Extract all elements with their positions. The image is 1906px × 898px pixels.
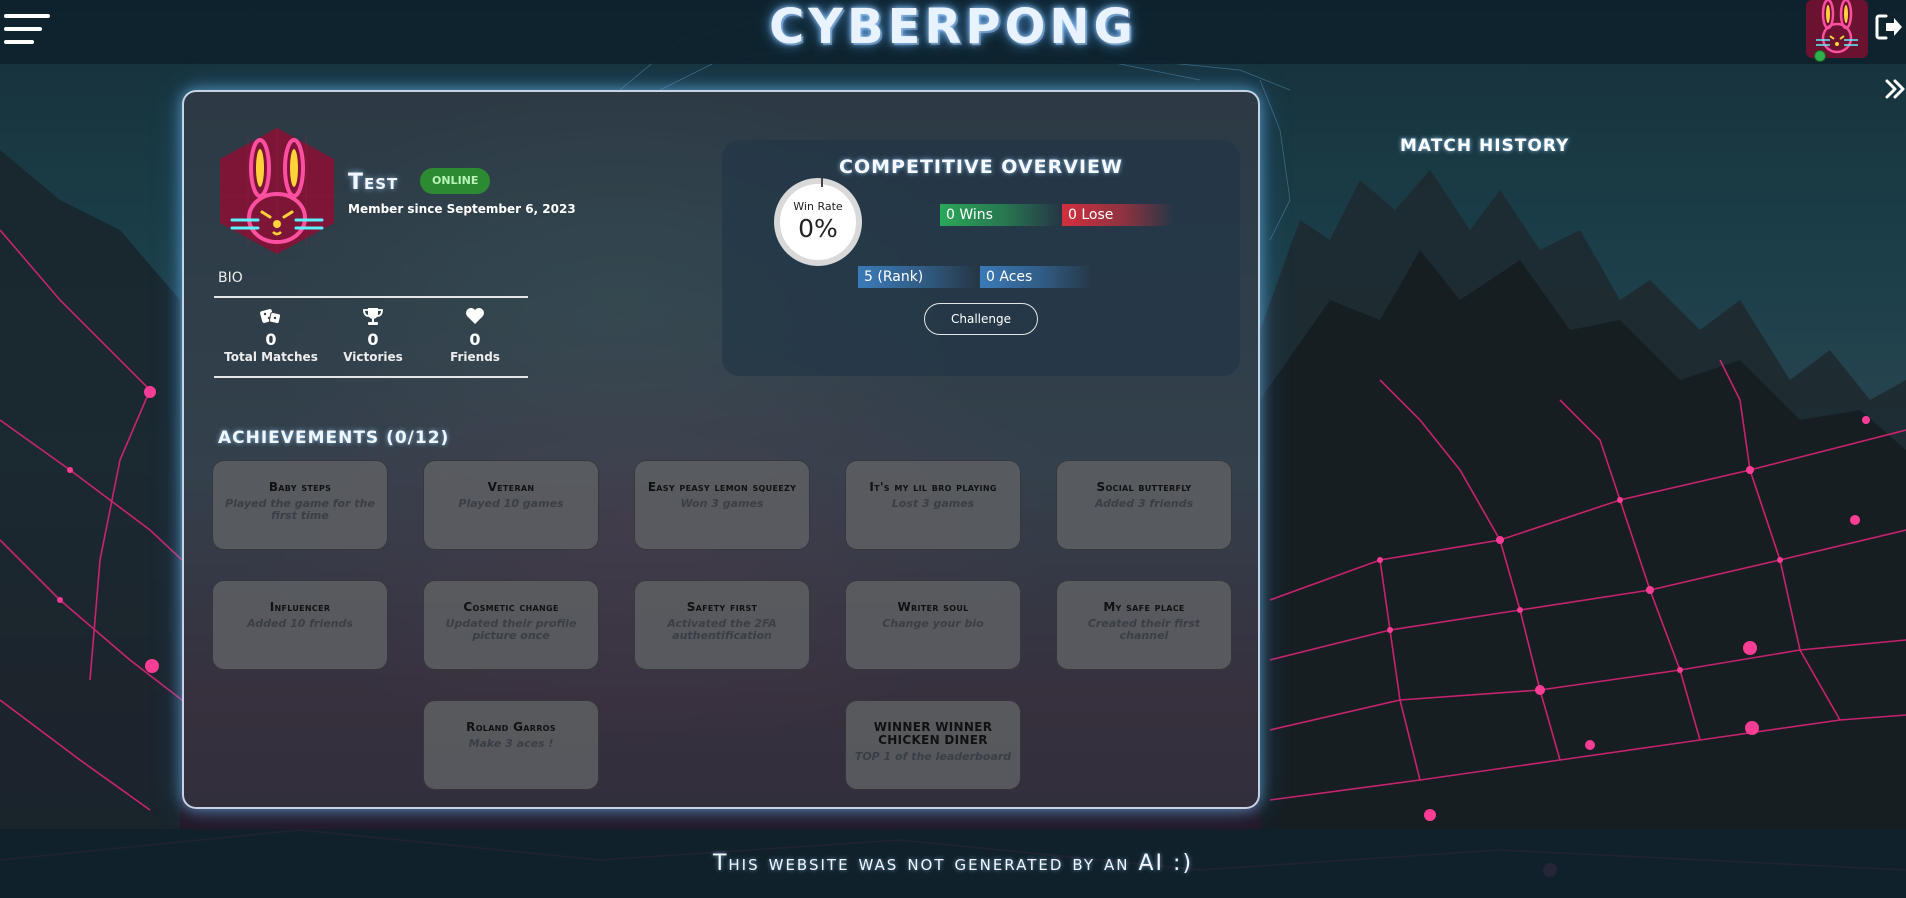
- achievement-name: Safety first: [686, 600, 758, 614]
- aces-pill: 0 Aces: [980, 266, 1092, 288]
- lose-pill: 0 Lose: [1062, 204, 1174, 226]
- logout-icon[interactable]: [1874, 12, 1904, 42]
- achievement-card: WINNER WINNER CHICKEN DINER TOP 1 of the…: [845, 700, 1021, 790]
- competitive-overview-card: COMPETITIVE OVERVIEW Win Rate 0% 0 Wins …: [722, 140, 1240, 376]
- stat-value: 0: [469, 330, 481, 349]
- member-since-text: Member since September 6, 2023: [348, 202, 576, 216]
- footer-text: This website was not generated by an AI …: [712, 851, 1194, 876]
- achievement-name: Cosmetic change: [463, 600, 559, 614]
- win-rate-value: 0%: [798, 214, 838, 243]
- achievement-desc: TOP 1 of the leaderboard: [854, 750, 1012, 763]
- achievement-card: Influencer Added 10 friends: [212, 580, 388, 670]
- brand-link[interactable]: CYBERPONG: [769, 0, 1137, 55]
- achievement-desc: Created their first channel: [1087, 617, 1201, 642]
- trophy-icon: [363, 308, 383, 325]
- achievement-desc: Make 3 aces !: [468, 737, 554, 750]
- achievement-card: Safety first Activated the 2FA authentif…: [634, 580, 810, 670]
- achievement-name: My safe place: [1103, 600, 1185, 614]
- achievement-card: Cosmetic change Updated their profile pi…: [423, 580, 599, 670]
- achievement-name: Veteran: [487, 480, 535, 494]
- achievement-desc: Updated their profile picture once: [445, 617, 577, 642]
- stat-label: Friends: [450, 350, 500, 364]
- achievement-desc: Won 3 games: [680, 497, 764, 510]
- achievement-card: Roland Garros Make 3 aces !: [423, 700, 599, 790]
- wins-pill: 0 Wins: [940, 204, 1060, 226]
- stat-value: 0: [367, 330, 379, 349]
- heart-icon: [466, 308, 484, 324]
- achievements-title: ACHIEVEMENTS (0/12): [218, 428, 450, 448]
- achievement-name: Social butterfly: [1096, 480, 1192, 494]
- rank-pill: 5 (Rank): [858, 266, 976, 288]
- achievements-grid: Baby steps Played the game for the first…: [212, 460, 1242, 800]
- hamburger-menu-icon[interactable]: [4, 14, 50, 44]
- achievement-card: Social butterfly Added 3 friends: [1056, 460, 1232, 550]
- achievement-desc: Added 10 friends: [247, 617, 353, 630]
- achievement-card: Easy peasy lemon squeezy Won 3 games: [634, 460, 810, 550]
- achievement-name: Influencer: [269, 600, 331, 614]
- stat-label: Victories: [343, 350, 403, 364]
- achievement-name: Roland Garros: [466, 720, 556, 734]
- achievement-desc: Activated the 2FA authentification: [667, 617, 777, 642]
- stat-label: Total Matches: [224, 350, 318, 364]
- profile-panel: Test ONLINE Member since September 6, 20…: [182, 90, 1260, 809]
- stat-total-matches: 0 Total Matches: [216, 306, 326, 364]
- profile-avatar: [220, 128, 334, 254]
- achievement-name: Writer soul: [897, 600, 969, 614]
- chevron-double-right-icon[interactable]: [1884, 78, 1906, 100]
- achievement-desc: Lost 3 games: [891, 497, 975, 510]
- challenge-button[interactable]: Challenge: [924, 303, 1038, 335]
- bio-label: BIO: [218, 270, 243, 286]
- win-rate-gauge: Win Rate 0%: [774, 178, 862, 266]
- win-rate-tick: [821, 178, 823, 187]
- dice-icon: [260, 309, 282, 325]
- stat-victories: 0 Victories: [318, 306, 428, 364]
- stat-value: 0: [265, 330, 277, 349]
- achievement-name: Easy peasy lemon squeezy: [647, 480, 797, 494]
- achievement-name: WINNER WINNER CHICKEN DINER: [873, 720, 993, 747]
- achievement-card: Writer soul Change your bio: [845, 580, 1021, 670]
- status-badge: ONLINE: [420, 168, 491, 194]
- achievement-card: Veteran Played 10 games: [423, 460, 599, 550]
- achievement-card: My safe place Created their first channe…: [1056, 580, 1232, 670]
- match-history-title: MATCH HISTORY: [1400, 136, 1570, 156]
- achievement-desc: Change your bio: [882, 617, 984, 630]
- profile-stats: 0 Total Matches 0 Victories 0 Friends: [214, 296, 528, 378]
- brand-title: CYBERPONG: [0, 0, 1906, 54]
- achievement-name: Baby steps: [268, 480, 332, 494]
- achievement-desc: Played the game for the first time: [225, 497, 375, 522]
- bunny-avatar-icon[interactable]: [1806, 0, 1868, 58]
- top-navbar: CYBERPONG: [0, 0, 1906, 64]
- achievement-card: It's my lil bro playing Lost 3 games: [845, 460, 1021, 550]
- achievement-name: It's my lil bro playing: [869, 480, 997, 494]
- win-rate-label: Win Rate: [793, 200, 843, 213]
- achievement-desc: Added 3 friends: [1094, 497, 1194, 510]
- footer: This website was not generated by an AI …: [0, 829, 1906, 898]
- achievement-card: Baby steps Played the game for the first…: [212, 460, 388, 550]
- overview-title: COMPETITIVE OVERVIEW: [839, 156, 1123, 178]
- online-status-dot: [1814, 50, 1826, 62]
- stat-friends: 0 Friends: [420, 306, 530, 364]
- profile-username: Test: [348, 170, 399, 195]
- achievement-desc: Played 10 games: [458, 497, 564, 510]
